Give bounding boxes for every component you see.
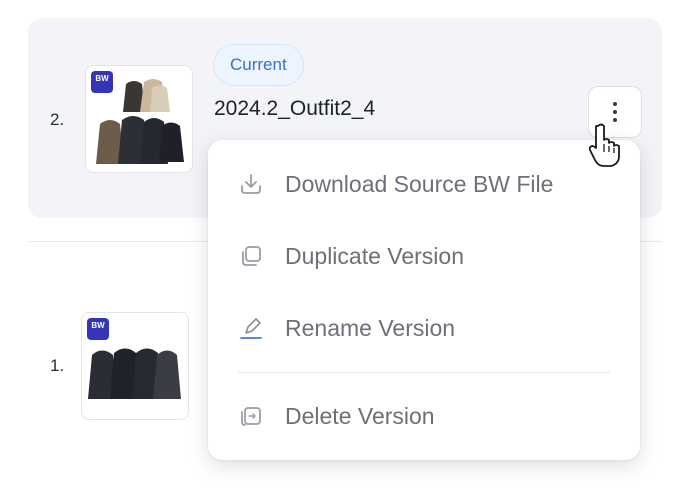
menu-item-rename[interactable]: Rename Version: [208, 300, 640, 356]
menu-item-label: Rename Version: [285, 314, 456, 341]
pencil-icon: [236, 313, 266, 343]
hand-cursor-icon: [588, 123, 620, 167]
menu-divider: [238, 372, 610, 373]
version-index: 2.: [50, 110, 65, 129]
menu-item-delete[interactable]: Delete Version: [208, 388, 640, 444]
duplicate-icon: [236, 241, 266, 271]
delete-icon: [236, 401, 266, 431]
menu-item-download-source[interactable]: Download Source BW File: [208, 156, 640, 212]
version-name: 2024.2_Outfit2_4: [214, 97, 376, 120]
menu-item-label: Duplicate Version: [285, 242, 464, 269]
version-thumbnail[interactable]: BW: [81, 312, 189, 420]
menu-item-label: Download Source BW File: [285, 170, 554, 197]
version-thumbnail[interactable]: BW: [85, 65, 193, 173]
kebab-icon: [613, 102, 617, 122]
bw-file-badge: BW: [87, 318, 109, 340]
bw-file-badge: BW: [91, 71, 113, 93]
version-actions-menu: Download Source BW File Duplicate Versio…: [208, 140, 640, 460]
menu-item-duplicate[interactable]: Duplicate Version: [208, 228, 640, 284]
current-version-badge: Current: [213, 44, 304, 86]
version-index: 1.: [50, 356, 65, 375]
download-icon: [236, 169, 266, 199]
menu-item-label: Delete Version: [285, 402, 435, 429]
